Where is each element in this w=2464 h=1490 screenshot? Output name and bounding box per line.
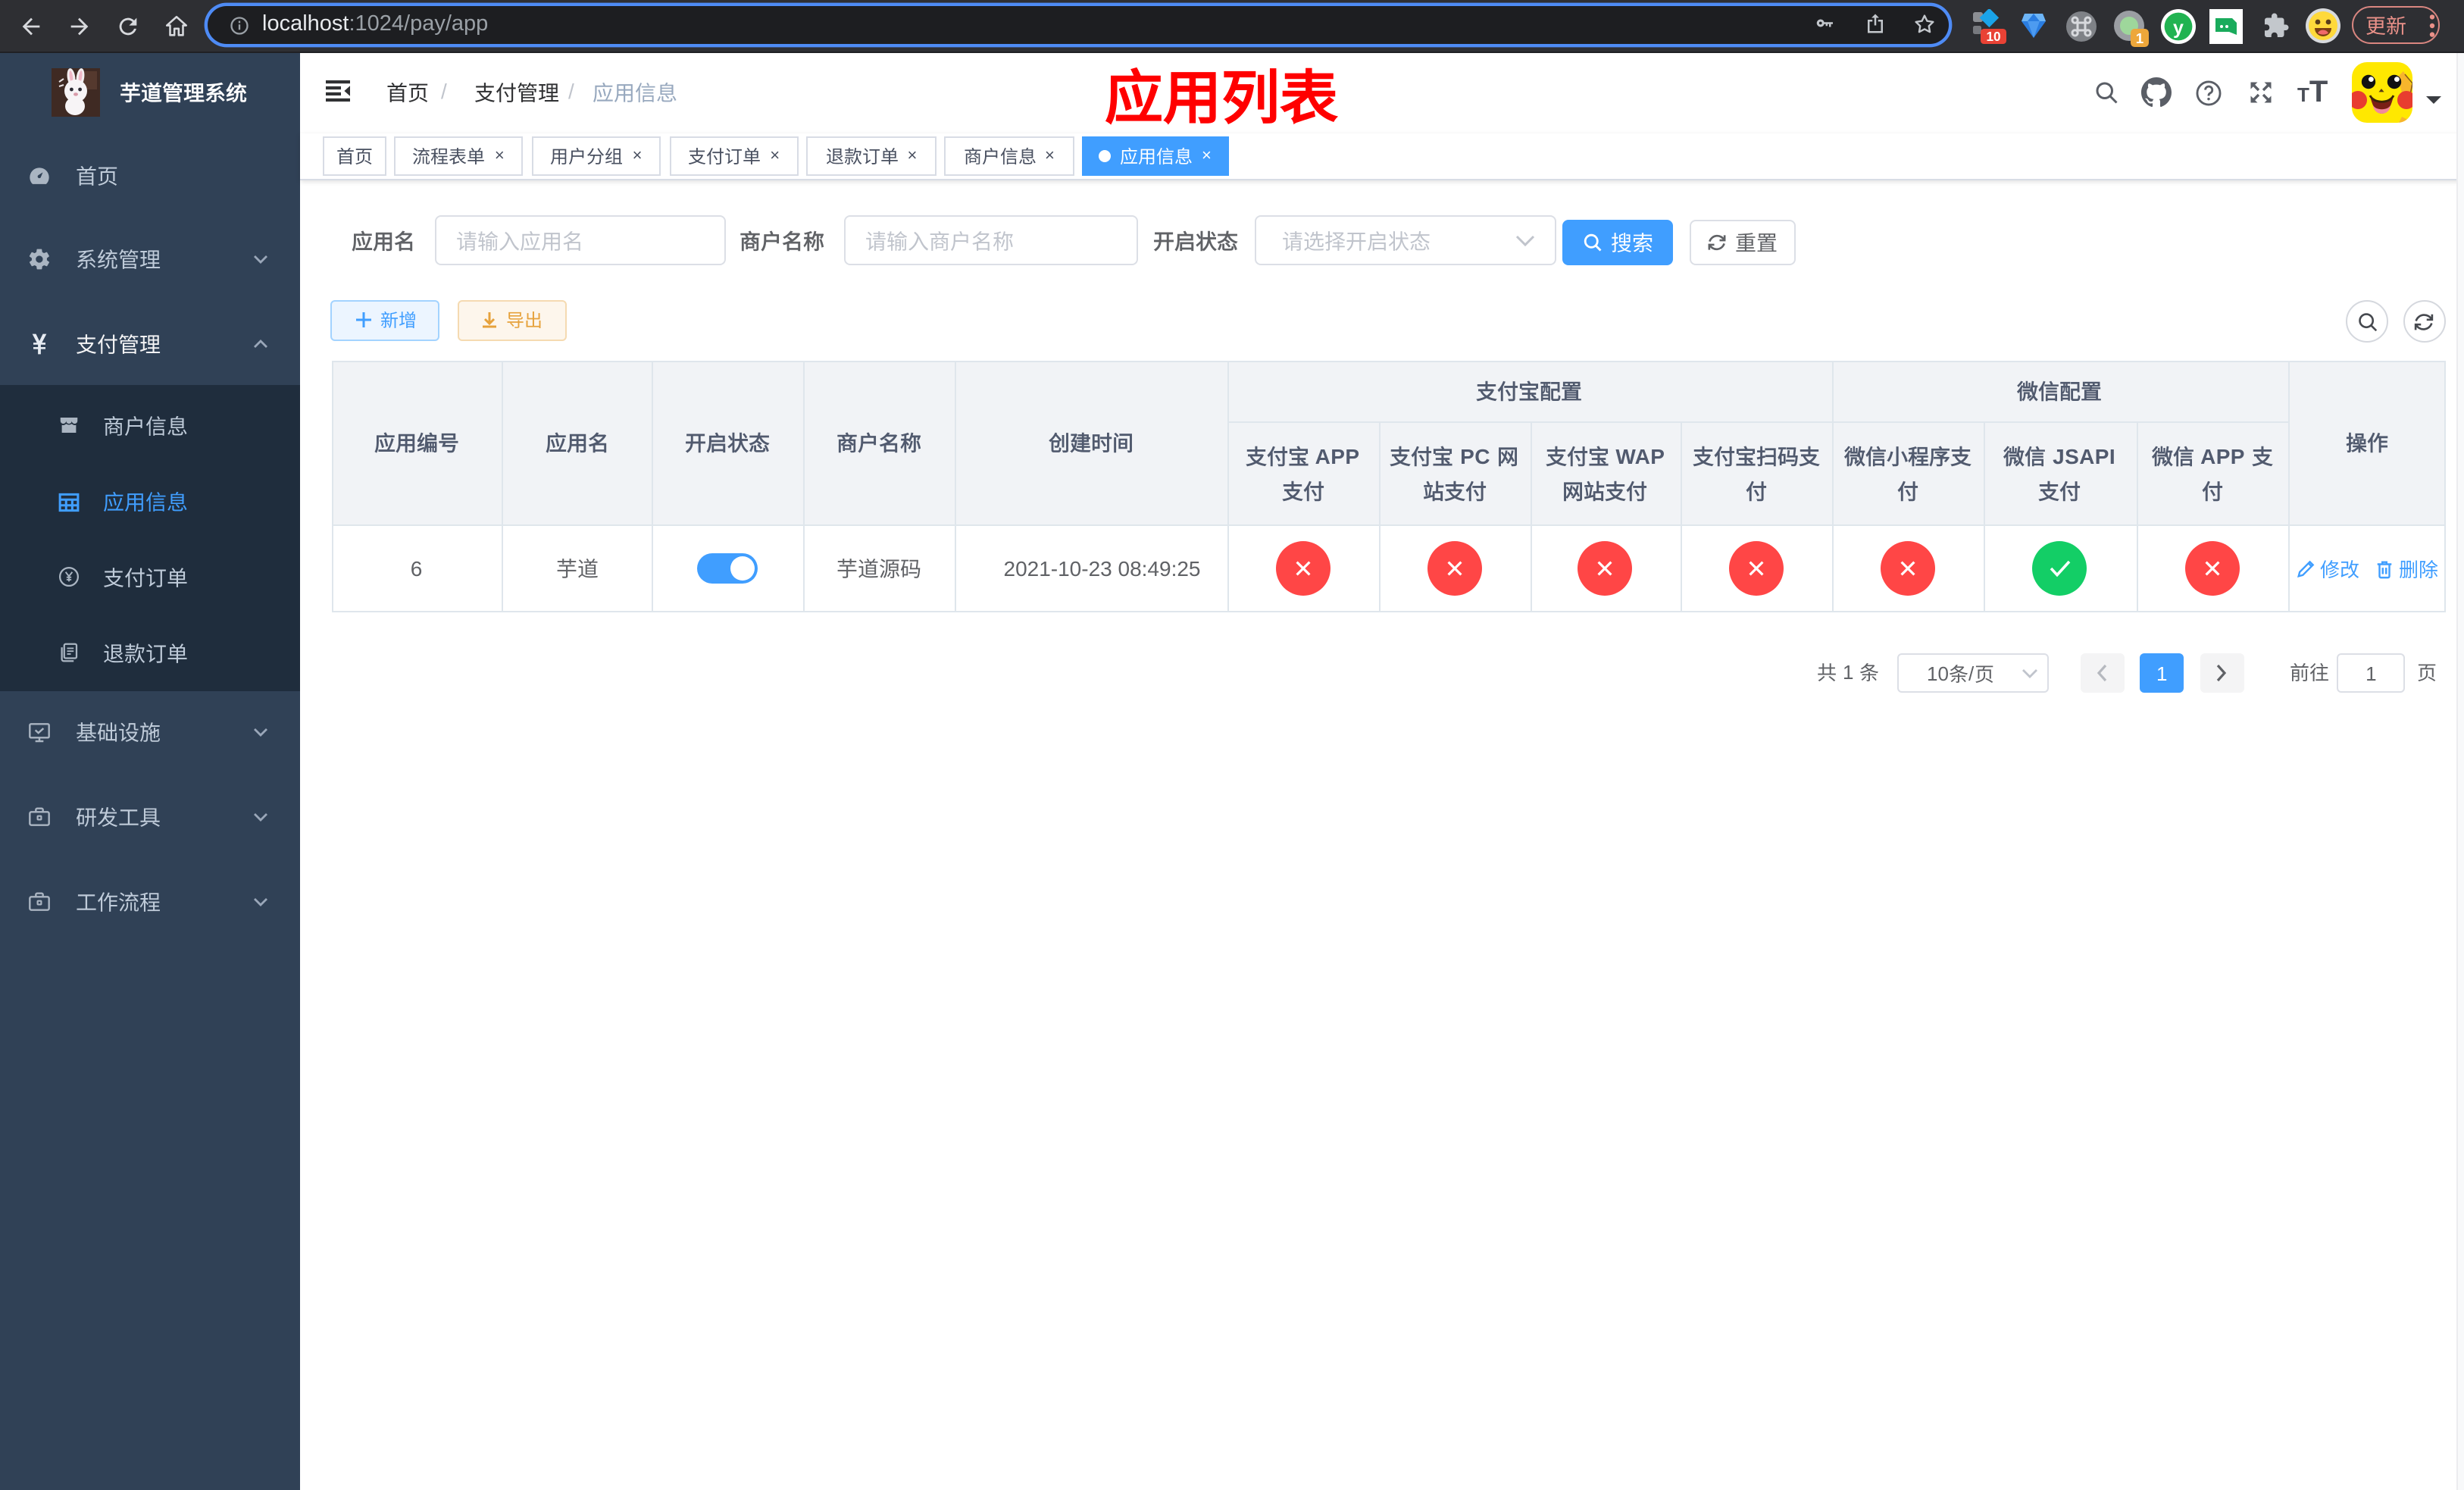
svg-text:y: y <box>2173 17 2184 38</box>
svg-text:1: 1 <box>2136 30 2143 45</box>
svg-text:10: 10 <box>1986 29 2000 44</box>
